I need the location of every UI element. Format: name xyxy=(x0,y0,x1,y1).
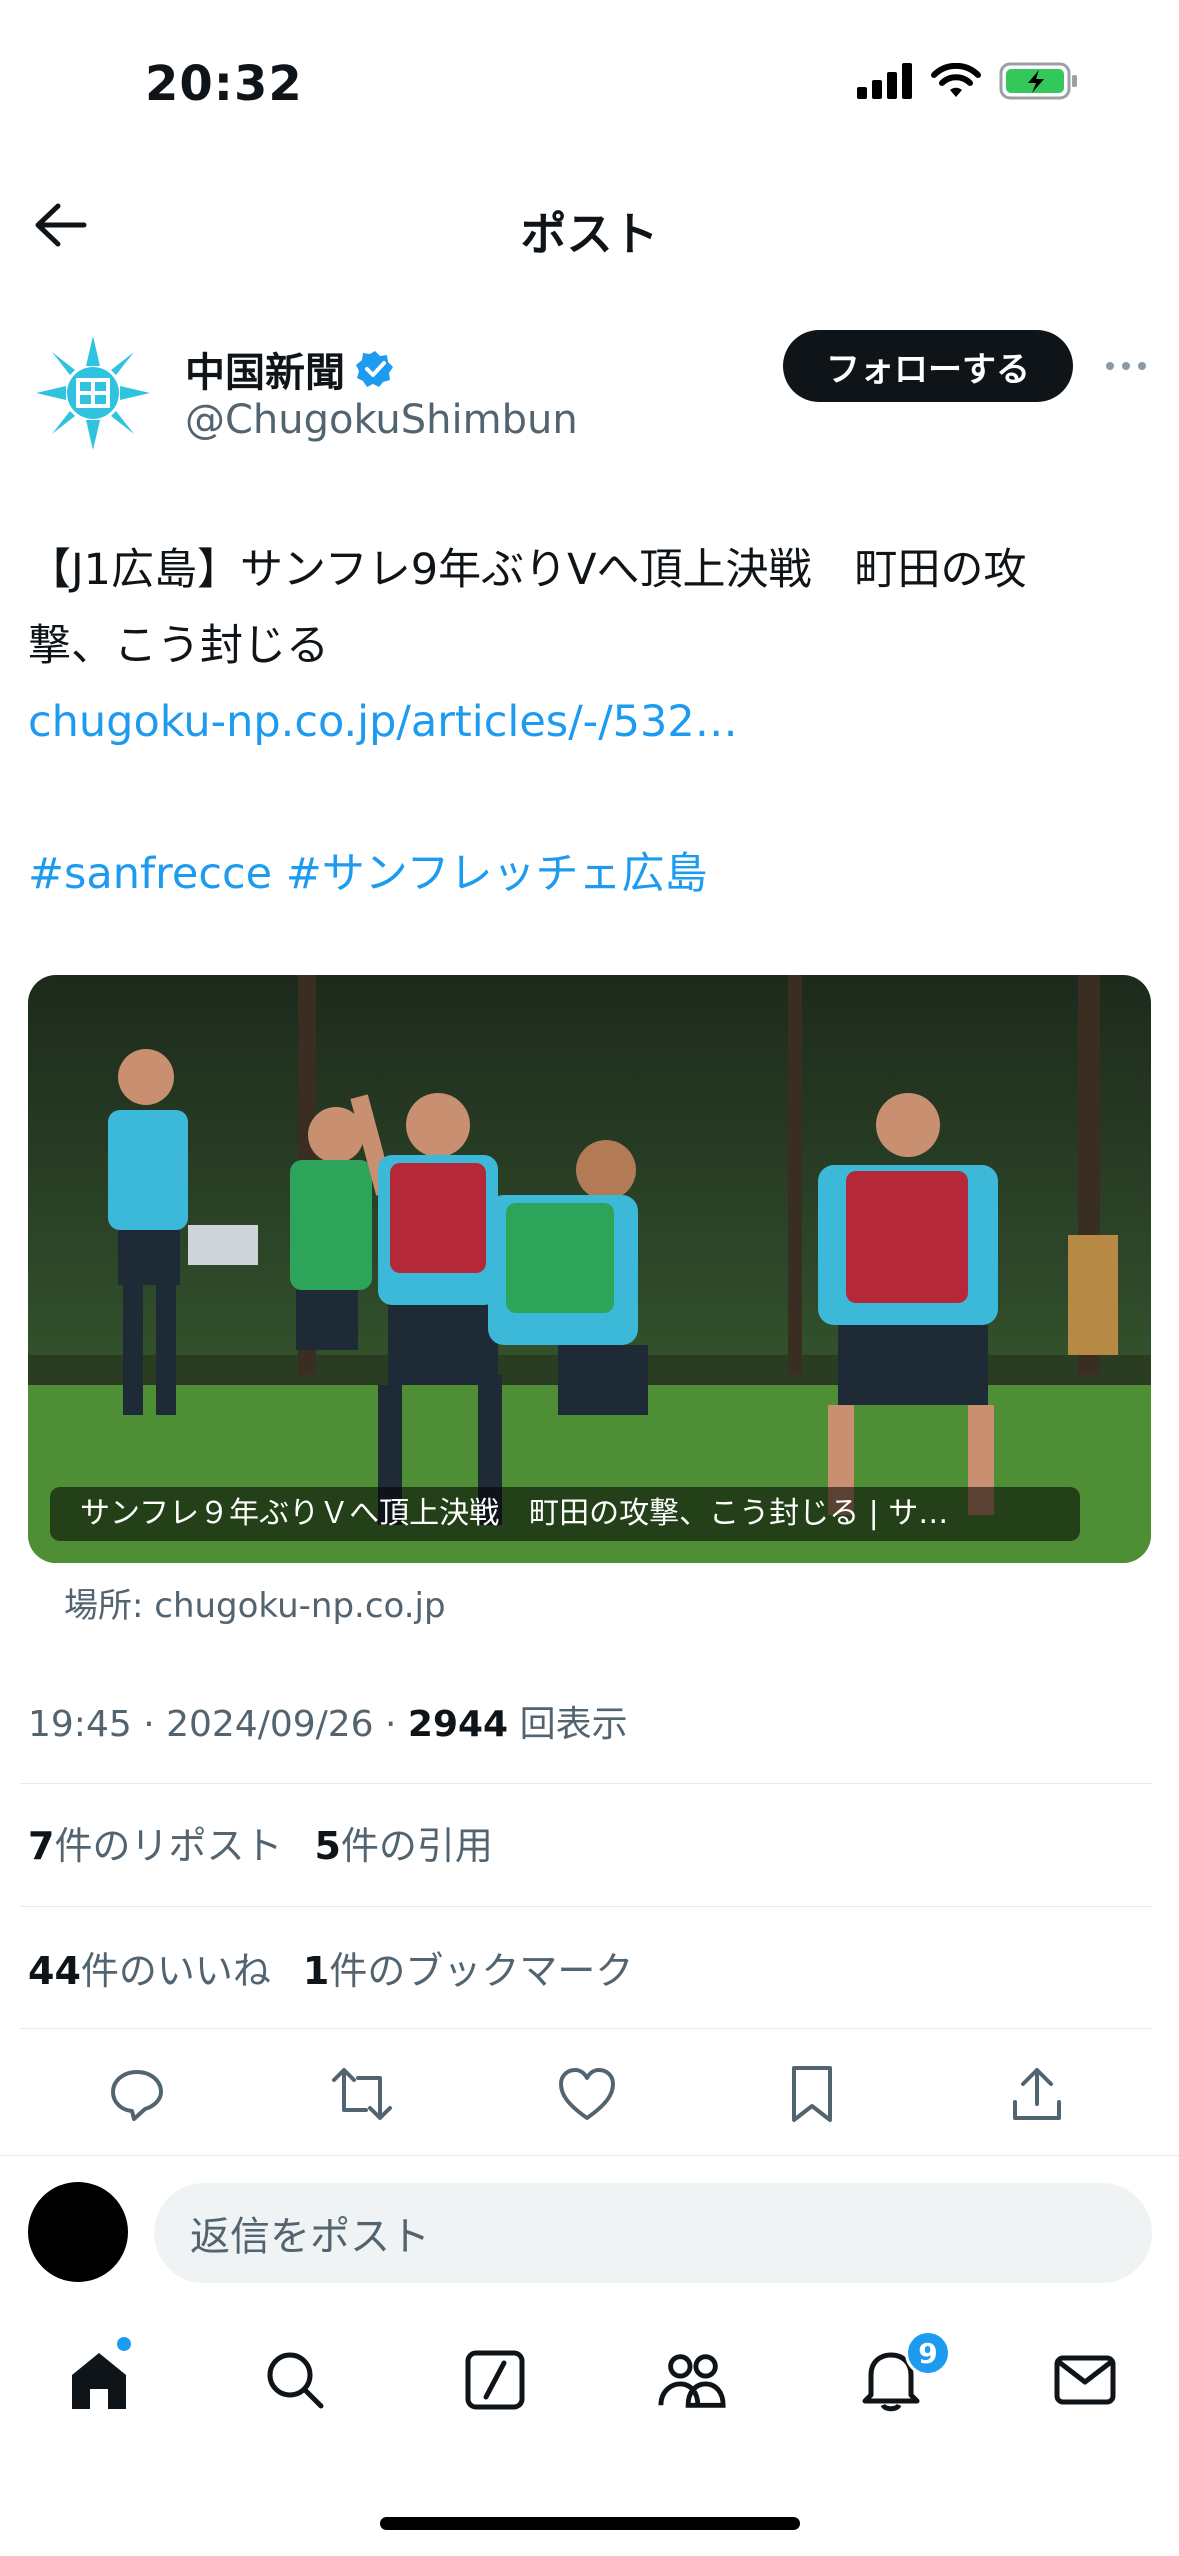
like-icon xyxy=(559,2068,615,2120)
tab-messages[interactable] xyxy=(1050,2345,1120,2415)
soccer-practice-photo xyxy=(28,975,1151,1563)
home-notification-dot xyxy=(115,2335,133,2353)
user-avatar[interactable] xyxy=(28,2182,128,2282)
quotes-label: 件の引用 xyxy=(340,1824,493,1868)
divider xyxy=(20,2028,1152,2029)
likes-count: 44 xyxy=(28,1949,81,1993)
bookmarks-count: 1 xyxy=(302,1949,330,1993)
link-source[interactable]: 場所: chugoku-np.co.jp xyxy=(64,1578,446,1627)
divider xyxy=(0,2155,1179,2156)
post-timestamp: 19:45 · 2024/09/26 · xyxy=(28,1704,408,1745)
reply-icon xyxy=(111,2070,163,2121)
like-button[interactable] xyxy=(555,2062,619,2126)
author-name-row[interactable]: 中国新聞 xyxy=(185,340,395,398)
views-label: 回表示 xyxy=(519,1704,628,1745)
communities-icon xyxy=(658,2354,726,2408)
share-icon xyxy=(1013,2068,1061,2120)
status-time: 20:32 xyxy=(145,56,303,112)
views-count: 2944 xyxy=(407,1704,509,1745)
more-options-icon[interactable] xyxy=(1102,342,1150,390)
reposts-stat[interactable]: 7件のリポスト xyxy=(28,1815,282,1870)
stats-row-reposts: 7件のリポスト 5件の引用 xyxy=(28,1815,493,1870)
tab-communities[interactable] xyxy=(657,2345,727,2415)
divider xyxy=(20,1783,1152,1784)
tab-search[interactable] xyxy=(260,2345,330,2415)
follow-button[interactable]: フォローする xyxy=(783,330,1073,402)
tab-grok[interactable] xyxy=(460,2345,530,2415)
hashtag-sanfrecce[interactable]: #sanfrecce xyxy=(28,849,272,899)
author-avatar[interactable] xyxy=(28,328,158,458)
reply-input[interactable]: 返信をポスト xyxy=(154,2183,1152,2283)
quotes-stat[interactable]: 5件の引用 xyxy=(314,1815,492,1870)
hashtag-sanfrecce-hiroshima[interactable]: #サンフレッチェ広島 xyxy=(286,849,708,899)
bookmarks-label: 件のブックマーク xyxy=(329,1949,634,1993)
author-name: 中国新聞 xyxy=(185,350,345,396)
reposts-label: 件のリポスト xyxy=(54,1824,283,1868)
repost-button[interactable] xyxy=(330,2062,394,2126)
wifi-icon xyxy=(931,63,981,97)
post-meta: 19:45 · 2024/09/26 · 2944 回表示 xyxy=(28,1695,628,1747)
status-bar: 20:32 xyxy=(0,0,1179,160)
reply-button[interactable] xyxy=(105,2062,169,2126)
home-indicator xyxy=(380,2517,800,2530)
bookmark-button[interactable] xyxy=(780,2062,844,2126)
bookmarks-stat[interactable]: 1件のブックマーク xyxy=(303,1940,633,1995)
tweet-text: 【J1広島】サンフレ9年ぶりVへ頂上決戦 町田の攻 撃、こう封じる chugok… xyxy=(28,532,1158,912)
quotes-count: 5 xyxy=(314,1824,341,1868)
status-icons xyxy=(857,62,1079,100)
likes-stat[interactable]: 44件のいいね xyxy=(28,1940,271,1995)
chugoku-logo-icon xyxy=(28,328,158,458)
likes-label: 件のいいね xyxy=(80,1949,271,1993)
verified-badge-icon xyxy=(356,351,393,387)
tab-home[interactable] xyxy=(64,2345,134,2415)
stats-row-likes: 44件のいいね 1件のブックマーク xyxy=(28,1940,633,1995)
search-icon xyxy=(267,2352,324,2409)
repost-icon xyxy=(332,2068,392,2120)
battery-icon xyxy=(999,62,1077,100)
link-card-image[interactable]: サンフレ９年ぶりＶへ頂上決戦 町田の攻撃、こう封じる | サ… xyxy=(28,975,1151,1563)
bookmark-icon xyxy=(792,2066,832,2122)
notification-badge: 9 xyxy=(905,2330,951,2376)
author-handle[interactable]: @ChugokuShimbun xyxy=(185,397,578,443)
link-card-caption: サンフレ９年ぶりＶへ頂上決戦 町田の攻撃、こう封じる | サ… xyxy=(50,1487,1080,1541)
signal-icon xyxy=(857,63,912,99)
messages-icon xyxy=(1054,2355,1116,2405)
grok-icon xyxy=(465,2350,525,2410)
header: ポスト xyxy=(0,180,1179,270)
tweet-text-line: 【J1広島】サンフレ9年ぶりVへ頂上決戦 町田の攻 xyxy=(28,545,1027,595)
divider xyxy=(20,1906,1152,1907)
reposts-count: 7 xyxy=(28,1824,55,1868)
page-title: ポスト xyxy=(520,207,659,261)
reply-placeholder: 返信をポスト xyxy=(190,2214,430,2260)
tweet-text-line: 撃、こう封じる xyxy=(28,621,329,671)
tweet-link[interactable]: chugoku-np.co.jp/articles/-/532… xyxy=(28,684,1158,760)
home-icon xyxy=(72,2353,126,2409)
share-button[interactable] xyxy=(1005,2062,1069,2126)
